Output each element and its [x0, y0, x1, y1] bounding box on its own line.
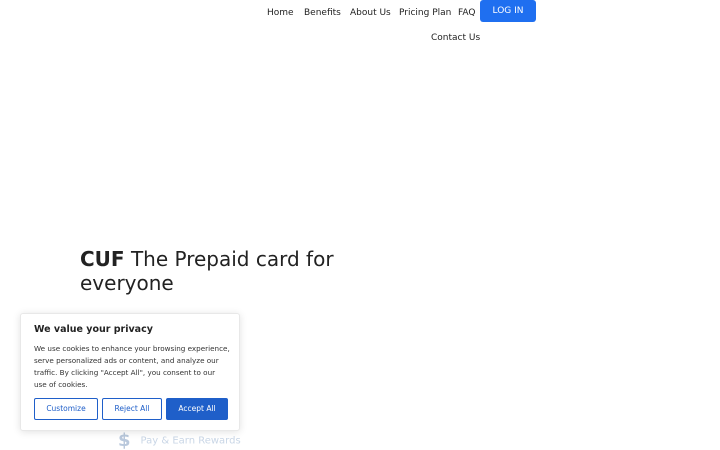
nav-link-pricing-plan[interactable]: Pricing Plan — [399, 8, 451, 18]
top-navigation: Home Benefits About Us Pricing Plan FAQ … — [0, 0, 720, 50]
customize-button[interactable]: Customize — [34, 398, 98, 420]
dollar-icon: $ — [118, 430, 131, 450]
nav-link-contact-us[interactable]: Contact Us — [431, 33, 480, 43]
feature-hint: $ Pay & Earn Rewards — [118, 430, 241, 450]
login-button[interactable]: LOG IN — [480, 0, 536, 22]
nav-link-home[interactable]: Home — [267, 8, 294, 18]
cookie-banner-title: We value your privacy — [34, 324, 153, 335]
page: Home Benefits About Us Pricing Plan FAQ … — [0, 0, 720, 450]
hero-brand: CUF — [80, 247, 125, 271]
nav-link-about-us[interactable]: About Us — [350, 8, 391, 18]
cookie-consent-banner: We value your privacy We use cookies to … — [20, 313, 240, 431]
hero-title: CUF The Prepaid card for everyone — [80, 247, 380, 295]
nav-link-faq[interactable]: FAQ — [458, 8, 475, 18]
feature-hint-text: Pay & Earn Rewards — [140, 435, 241, 447]
nav-link-benefits[interactable]: Benefits — [304, 8, 341, 18]
accept-all-button[interactable]: Accept All — [166, 398, 228, 420]
reject-all-button[interactable]: Reject All — [102, 398, 162, 420]
cookie-banner-text: We use cookies to enhance your browsing … — [34, 344, 230, 389]
